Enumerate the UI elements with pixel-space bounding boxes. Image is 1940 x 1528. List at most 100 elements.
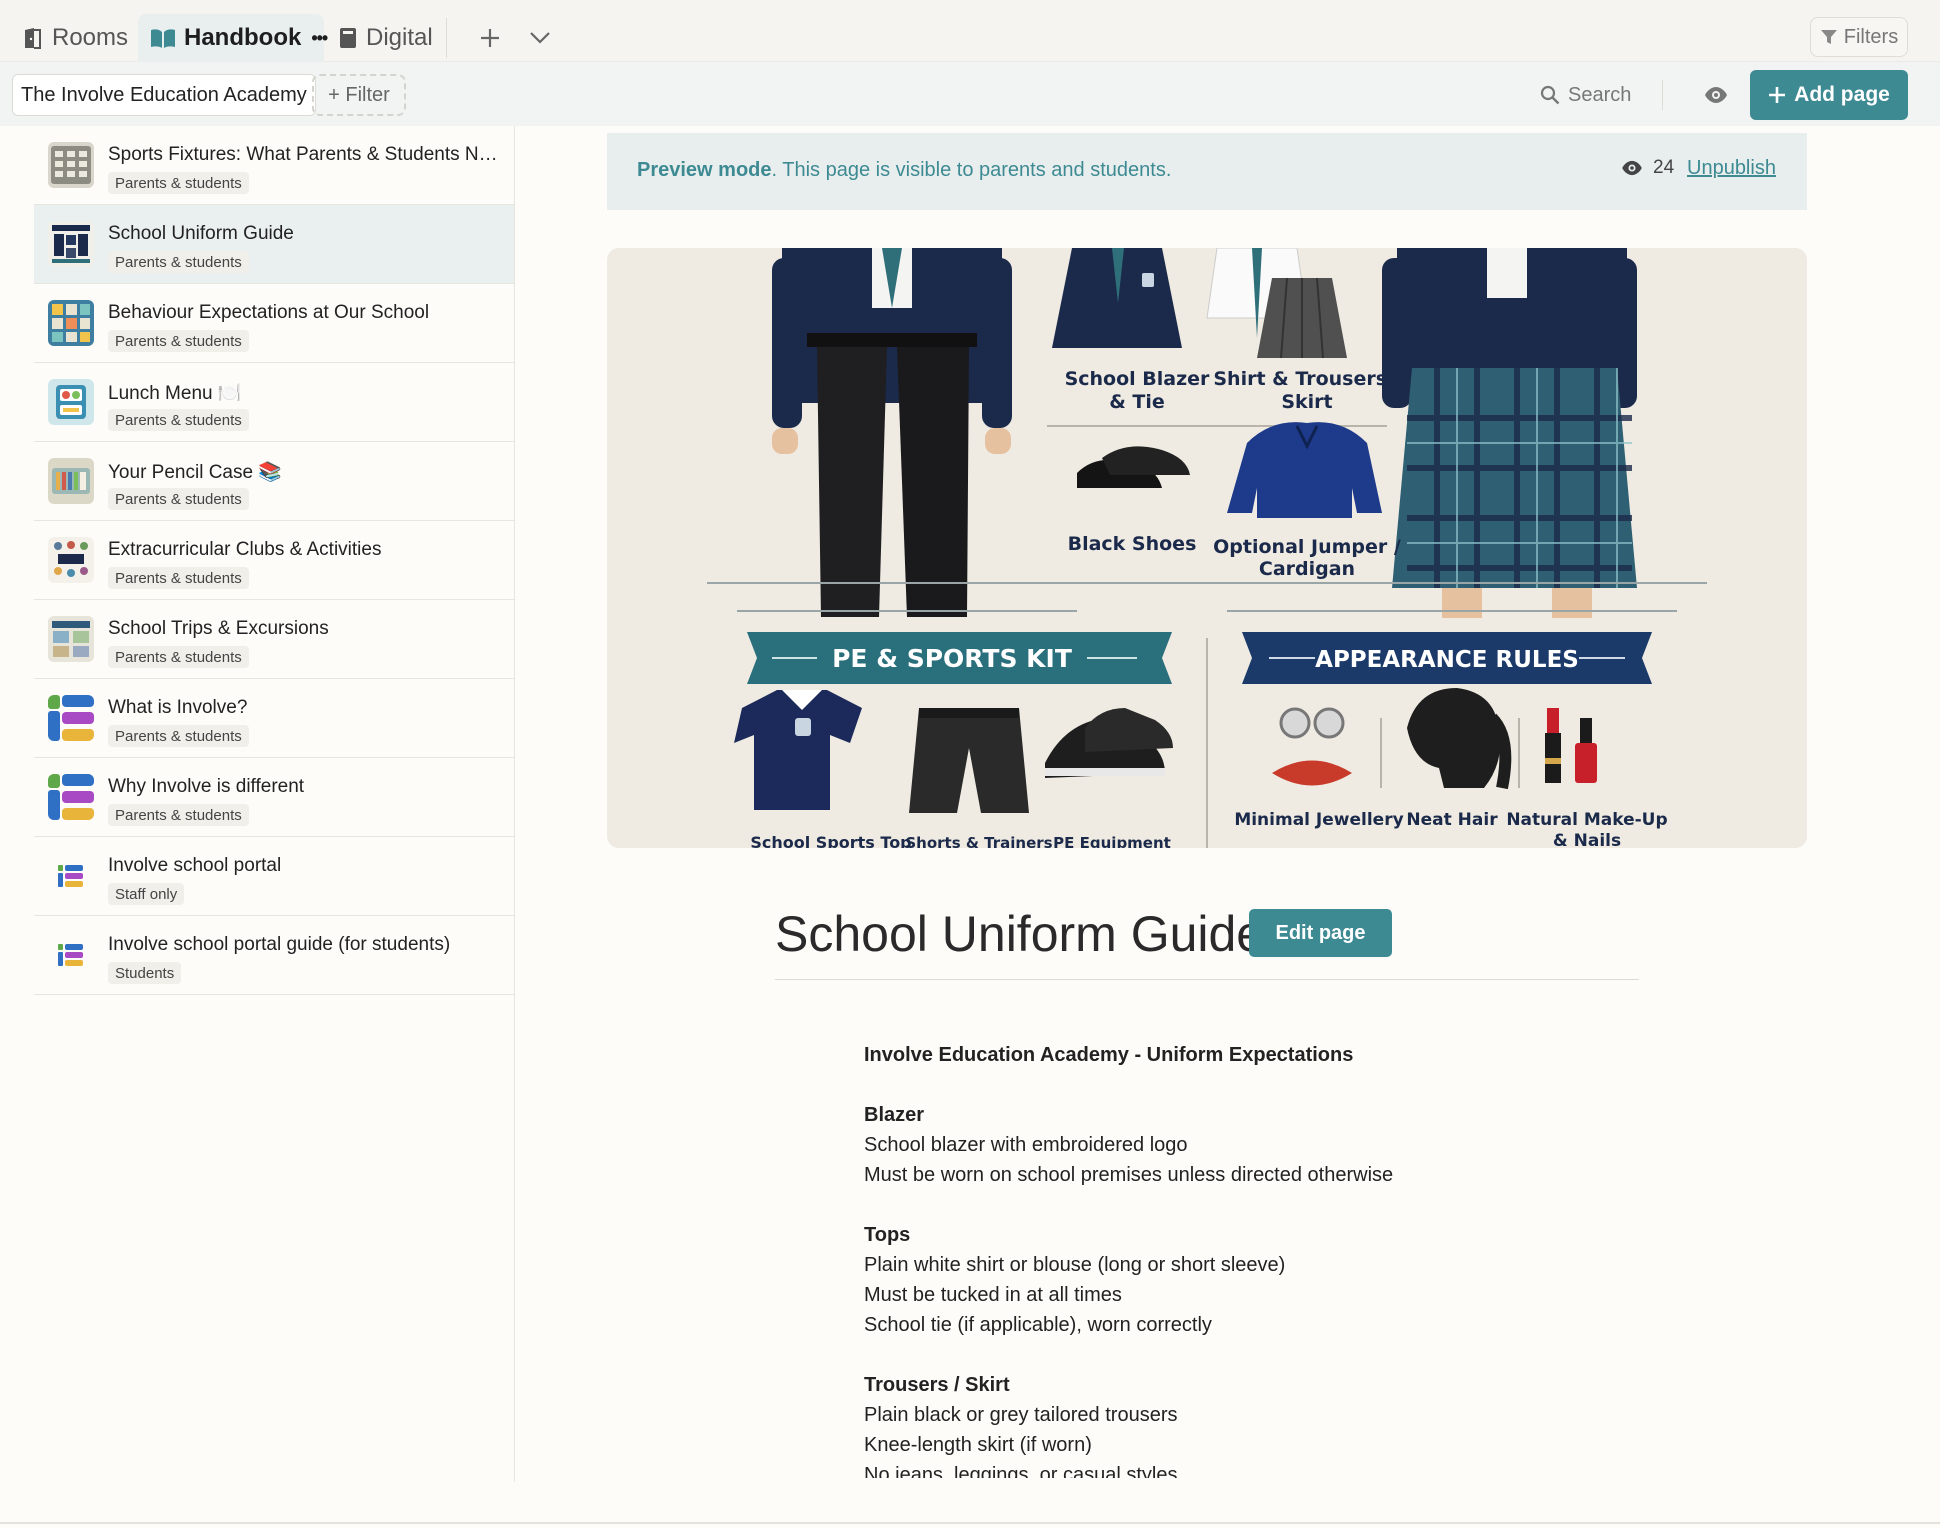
audience-badge: Parents & students [108,330,249,352]
add-tab-button[interactable] [474,22,506,54]
blazer-label: School Blazer [1065,368,1210,390]
search-button[interactable]: Search [1540,74,1680,116]
page-thumbnail [48,221,94,267]
section-heading: Blazer [864,1104,925,1126]
filter-icon [1820,30,1837,44]
makeup-label-2: & Nails [1553,831,1621,848]
tab-menu-button[interactable] [524,22,556,54]
appearance-banner-text: APPEARANCE RULES [1315,647,1579,673]
add-filter-button[interactable]: + Filter [312,74,406,116]
page-thumbnail [48,458,94,504]
page-list-item-title: Involve school portal [108,855,282,876]
page-list-sidebar: Sports Fixtures: What Parents & Students… [34,126,515,1482]
page-list-item[interactable]: Behaviour Expectations at Our School Par… [34,284,514,363]
blazer-label-2: & Tie [1109,391,1165,413]
page-list-item[interactable]: Involve school portal guide (for student… [34,916,514,995]
audience-badge: Parents & students [108,251,249,273]
eye-icon [1622,160,1642,176]
filters-button[interactable]: Filters [1810,17,1908,57]
more-icon[interactable]: ••• [311,28,328,49]
blazer-tie-item [1052,248,1182,348]
page-thumbnail [48,616,94,662]
tab-digital[interactable]: Digital [326,14,444,62]
sports-top-label: School Sports Top [750,833,911,848]
search-label: Search [1568,83,1632,106]
preview-mode-label: Preview mode [637,159,772,181]
jumper-label: Optional Jumper / [1213,536,1401,558]
section-line: Plain white shirt or blouse (long or sho… [864,1254,1286,1276]
page-list-item[interactable]: Involve school portal Staff only [34,837,514,916]
shirt-label: Shirt & Trousers / [1213,368,1400,390]
pe-sports-kit-banner: PE & SPORTS KIT [747,632,1172,684]
involve-logo-icon [48,695,94,741]
audience-badge: Parents & students [108,409,249,431]
page-list-item[interactable]: What is Involve? Parents & students [34,679,514,758]
pe-equipment-label: PE Equipment [1053,834,1171,848]
page-list-item-title: Why Involve is different [108,776,305,797]
window-bottom-border [0,1522,1940,1524]
rooms-icon [25,28,41,49]
appearance-rules-banner: APPEARANCE RULES [1242,632,1652,684]
tab-rooms[interactable]: Rooms [10,14,134,62]
book-open-icon [151,29,175,48]
edit-page-button[interactable]: Edit page [1249,909,1392,957]
tab-handbook[interactable]: Handbook ••• [138,14,328,62]
page-list-item[interactable]: Why Involve is different Parents & stude… [34,758,514,837]
audience-badge: Students [108,962,182,984]
section-heading: Trousers / Skirt [864,1374,1010,1396]
page-list-item[interactable]: Extracurricular Clubs & Activities Paren… [34,521,514,600]
makeup-label: Natural Make-Up [1506,810,1667,830]
page-list-item-title: Lunch Menu 🍽️ [108,383,242,404]
audience-badge: Parents & students [108,646,249,668]
search-icon [1540,85,1560,105]
hair-label: Neat Hair [1406,810,1498,830]
page-list-item[interactable]: School Trips & Excursions Parents & stud… [34,600,514,679]
tab-handbook-label: Handbook [184,24,302,51]
filters-label: Filters [1843,25,1899,48]
section-line: Must be tucked in at all times [864,1284,1122,1306]
tab-divider [446,18,447,58]
involve-logo-icon [48,853,94,899]
audience-badge: Parents & students [108,804,249,826]
view-count: 24 [1621,157,1674,179]
preview-mode-description: . This page is visible to parents and st… [771,159,1172,181]
preview-mode-banner: Preview mode. This page is visible to pa… [607,133,1807,210]
page-thumbnail [48,537,94,583]
page-list-item-title: What is Involve? [108,697,248,718]
page-list-item-title: Extracurricular Clubs & Activities [108,539,382,560]
unpublish-link[interactable]: Unpublish [1687,157,1776,180]
plus-icon [1769,87,1786,103]
page-thumbnail [48,300,94,346]
section-line: Knee-length skirt (if worn) [864,1434,1092,1456]
shoes-label: Black Shoes [1068,533,1197,555]
chevron-down-icon [530,32,550,44]
page-list-item-title: School Uniform Guide [108,223,294,244]
toolbar-divider [1662,80,1663,110]
add-page-button[interactable]: Add page [1750,70,1908,120]
page-list-item[interactable]: Lunch Menu 🍽️ Parents & students [34,363,514,442]
section-line: School tie (if applicable), worn correct… [864,1314,1212,1336]
title-divider [775,979,1639,980]
page-list-item-title: Sports Fixtures: What Parents & Students… [108,144,508,165]
section-heading: Tops [864,1224,911,1246]
page-thumbnail [48,379,94,425]
page-list-item-selected[interactable]: School Uniform Guide Parents & students [34,205,514,284]
girl-uniform-figure [1382,248,1637,618]
tab-bar: Rooms Handbook ••• Digital Filters [0,0,1940,62]
book-icon [340,28,356,48]
shirt-label-2: Skirt [1281,391,1332,413]
tab-digital-label: Digital [366,24,433,51]
page-list-item[interactable]: Sports Fixtures: What Parents & Students… [34,126,514,205]
page-list-item-title: Your Pencil Case 📚 [108,462,282,483]
section-line: No jeans, leggings, or casual styles [864,1464,1178,1478]
page-list-item[interactable]: Your Pencil Case 📚 Parents & students [34,442,514,521]
preview-toggle-button[interactable] [1700,80,1732,110]
section-line: Plain black or grey tailored trousers [864,1404,1178,1426]
page-content: Involve Education Academy - Uniform Expe… [864,1040,1564,1478]
page-list-item-title: Behaviour Expectations at Our School [108,302,430,323]
eye-icon [1705,87,1727,103]
page-thumbnail [48,142,94,188]
academy-selector[interactable]: The Involve Education Academy [12,74,316,116]
audience-badge: Staff only [108,883,185,905]
view-count-value: 24 [1653,157,1675,178]
